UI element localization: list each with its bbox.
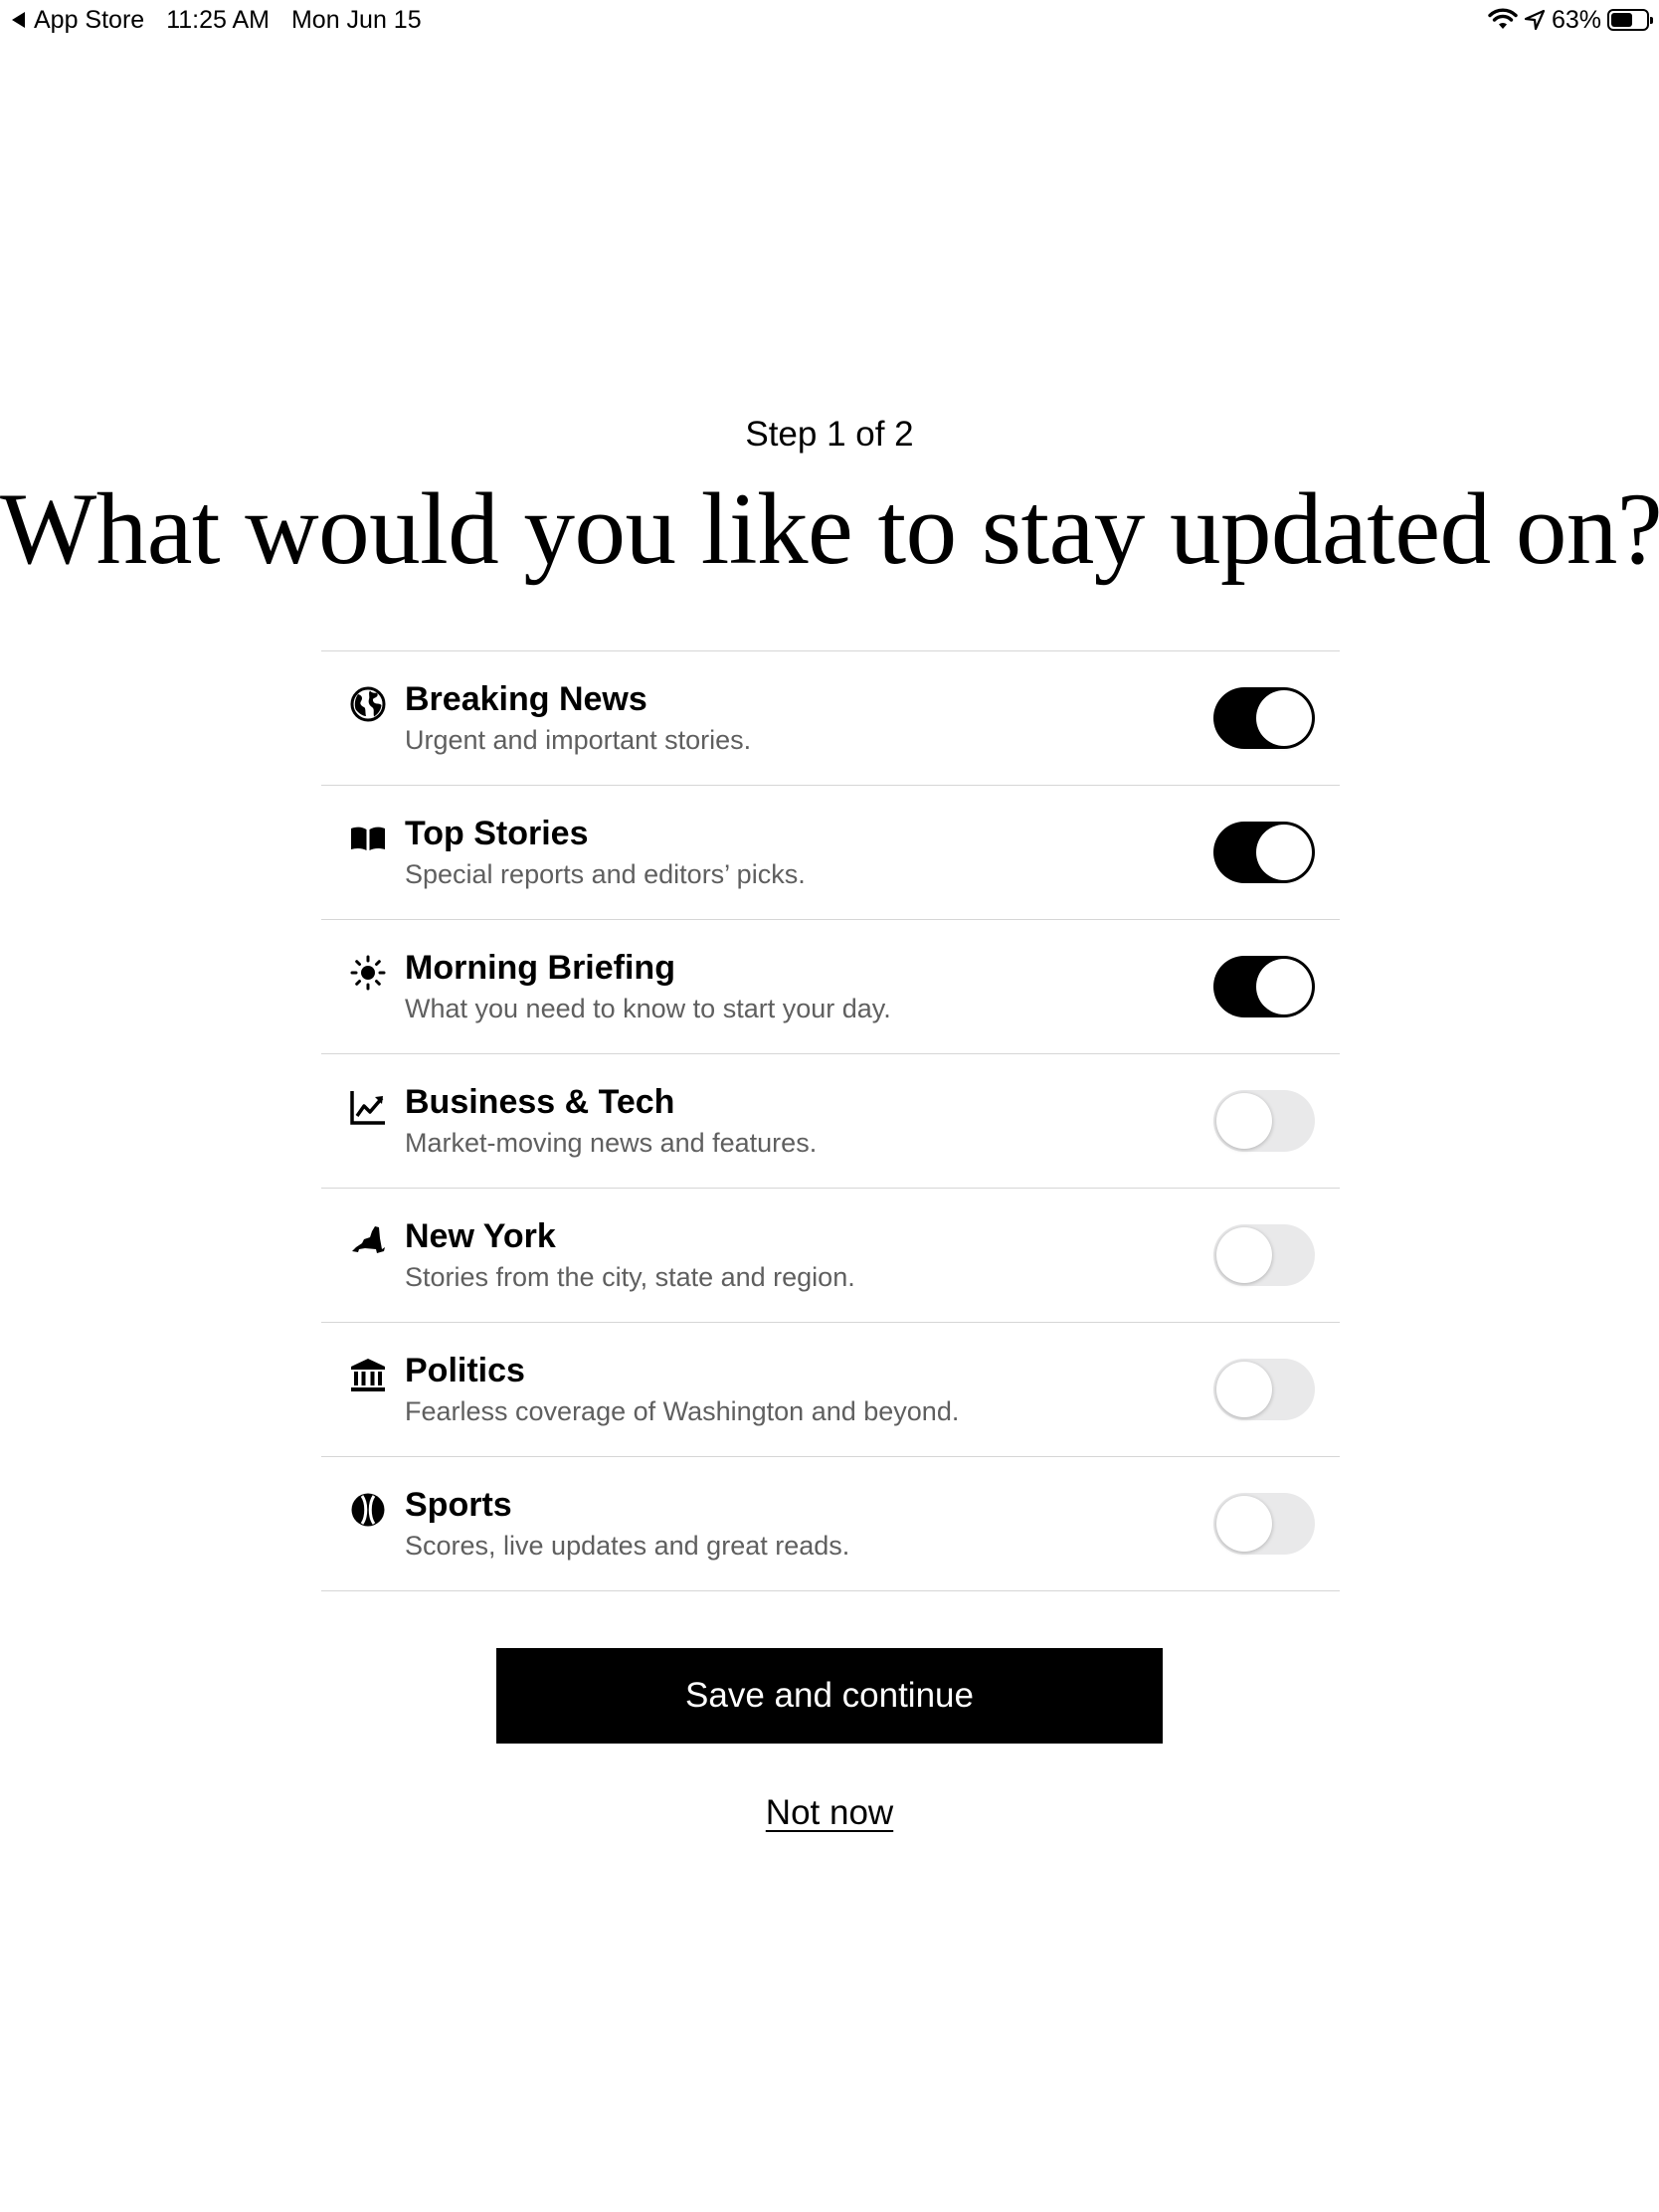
topic-title: Breaking News xyxy=(405,680,647,718)
save-and-continue-button[interactable]: Save and continue xyxy=(496,1648,1163,1744)
book-icon xyxy=(349,820,387,857)
topic-row-sports: Sports Scores, live updates and great re… xyxy=(321,1457,1340,1591)
sports-toggle[interactable] xyxy=(1213,1493,1315,1555)
not-now-link[interactable]: Not now xyxy=(766,1793,893,1832)
not-now-container: Not now xyxy=(0,1788,1659,1838)
location-icon xyxy=(1524,9,1546,31)
toggle-knob xyxy=(1216,1227,1272,1283)
top-stories-toggle[interactable] xyxy=(1213,822,1315,883)
topic-title: Sports xyxy=(405,1486,512,1524)
topic-title: Politics xyxy=(405,1352,525,1389)
sun-icon xyxy=(349,954,387,992)
toggle-knob xyxy=(1216,1093,1272,1149)
status-bar: App Store 11:25 AM Mon Jun 15 63% xyxy=(0,0,1659,40)
toggle-knob xyxy=(1216,1496,1272,1552)
topic-description: Urgent and important stories. xyxy=(405,725,752,755)
topic-description: Fearless coverage of Washington and beyo… xyxy=(405,1396,960,1426)
toggle-knob xyxy=(1256,825,1312,880)
toggle-knob xyxy=(1256,959,1312,1014)
politics-toggle[interactable] xyxy=(1213,1359,1315,1420)
topic-row-breaking-news: Breaking News Urgent and important stori… xyxy=(321,651,1340,786)
topic-title: New York xyxy=(405,1217,556,1255)
topic-row-politics: Politics Fearless coverage of Washington… xyxy=(321,1323,1340,1457)
battery-percent: 63% xyxy=(1551,6,1601,34)
battery-icon xyxy=(1607,9,1653,31)
status-bar-right: 63% xyxy=(1488,0,1653,40)
back-arrow-icon[interactable] xyxy=(12,12,25,28)
toggle-knob xyxy=(1216,1362,1272,1417)
wifi-icon xyxy=(1488,8,1518,32)
topic-row-business-tech: Business & Tech Market-moving news and f… xyxy=(321,1054,1340,1189)
chart-icon xyxy=(349,1088,387,1126)
status-time: 11:25 AM xyxy=(166,6,270,34)
baseball-icon xyxy=(349,1491,387,1529)
topic-title: Top Stories xyxy=(405,815,589,852)
page-title: What would you like to stay updated on? xyxy=(0,472,1659,586)
topic-description: Stories from the city, state and region. xyxy=(405,1262,855,1292)
step-indicator: Step 1 of 2 xyxy=(745,415,914,454)
topic-row-new-york: New York Stories from the city, state an… xyxy=(321,1189,1340,1323)
new-york-toggle[interactable] xyxy=(1213,1224,1315,1286)
topic-description: Market-moving news and features. xyxy=(405,1128,818,1158)
topic-title: Business & Tech xyxy=(405,1083,675,1121)
breaking-news-toggle[interactable] xyxy=(1213,687,1315,749)
topic-row-top-stories: Top Stories Special reports and editors’… xyxy=(321,786,1340,920)
globe-icon xyxy=(349,685,387,723)
status-bar-left[interactable]: App Store 11:25 AM Mon Jun 15 xyxy=(12,0,422,40)
topic-title: Morning Briefing xyxy=(405,949,675,987)
status-date: Mon Jun 15 xyxy=(290,6,422,34)
capitol-icon xyxy=(349,1357,387,1394)
topic-row-morning-briefing: Morning Briefing What you need to know t… xyxy=(321,920,1340,1054)
new-york-state-icon xyxy=(349,1222,387,1260)
topic-description: What you need to know to start your day. xyxy=(405,994,891,1023)
back-app-label[interactable]: App Store xyxy=(34,0,144,40)
topic-list: Breaking News Urgent and important stori… xyxy=(321,650,1340,1591)
topic-description: Special reports and editors’ picks. xyxy=(405,859,806,889)
morning-briefing-toggle[interactable] xyxy=(1213,956,1315,1017)
toggle-knob xyxy=(1256,690,1312,746)
topic-description: Scores, live updates and great reads. xyxy=(405,1531,850,1561)
business-tech-toggle[interactable] xyxy=(1213,1090,1315,1152)
